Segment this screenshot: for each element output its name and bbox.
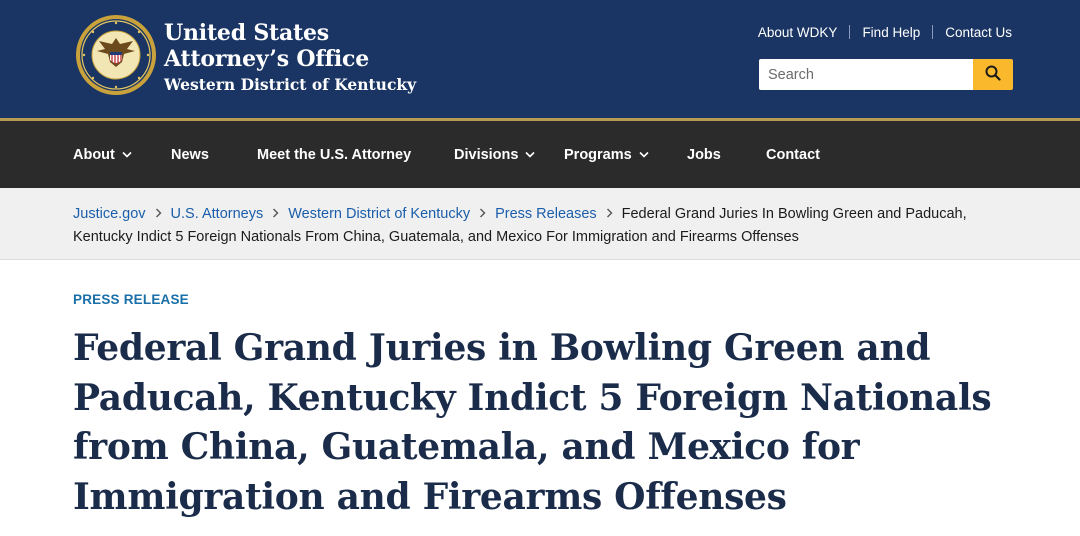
nav-item-label: News (171, 146, 209, 163)
nav-item-meet-the-us-attorney[interactable]: Meet the U.S. Attorney (257, 121, 411, 188)
page-title: Federal Grand Juries in Bowling Green an… (73, 327, 992, 518)
chevron-down-icon (639, 151, 649, 158)
nav-item-label: Contact (766, 146, 820, 163)
chevron-right-icon (155, 203, 162, 226)
nav-item-label: About (73, 146, 115, 163)
breadcrumb: Justice.gov U.S. Attorneys Western Distric… (73, 203, 973, 249)
nav-item-label: Meet the U.S. Attorney (257, 146, 412, 163)
search-button[interactable] (973, 59, 1013, 90)
search-form (759, 59, 1013, 90)
nav-item-label: Jobs (687, 146, 721, 163)
breadcrumb-link-us-attorneys[interactable]: U.S. Attorneys (171, 206, 264, 222)
chevron-right-icon (272, 203, 279, 226)
nav-item-jobs[interactable]: Jobs (687, 121, 721, 188)
about-wdky-link[interactable]: About WDKY (758, 25, 838, 40)
utility-divider (932, 25, 934, 39)
utility-divider (849, 25, 851, 39)
breadcrumb-link-justice-gov[interactable]: Justice.gov (73, 206, 146, 222)
find-help-link[interactable]: Find Help (862, 25, 920, 40)
nav-item-label: Divisions (454, 146, 519, 163)
chevron-down-icon (525, 151, 536, 158)
agency-name-line2: Attorney’s Office (164, 46, 369, 72)
nav-item-about[interactable]: About (73, 121, 132, 188)
breadcrumb-link-press-releases[interactable]: Press Releases (495, 206, 597, 222)
doj-seal-icon[interactable] (75, 14, 157, 96)
main-nav: About News Meet the U.S. Attorney Divisi… (0, 121, 1080, 188)
agency-name-line1: United States (164, 20, 329, 46)
search-input[interactable] (759, 59, 973, 90)
contact-us-link[interactable]: Contact Us (945, 25, 1012, 40)
nav-item-divisions[interactable]: Divisions (454, 121, 536, 188)
nav-item-contact[interactable]: Contact (766, 121, 820, 188)
site-header: United States Attorney’s Office Western … (0, 0, 1080, 118)
content-type-label: PRESS RELEASE (73, 292, 189, 307)
breadcrumb-bar: Justice.gov U.S. Attorneys Western Distric… (0, 188, 1080, 260)
nav-item-label: Programs (564, 146, 632, 163)
utility-links: About WDKY Find Help Contact Us (758, 23, 1012, 41)
search-icon (985, 65, 1001, 84)
nav-item-news[interactable]: News (171, 121, 209, 188)
chevron-right-icon (606, 203, 613, 226)
site-brand[interactable]: United States Attorney’s Office Western … (164, 20, 416, 97)
breadcrumb-link-western-district[interactable]: Western District of Kentucky (288, 206, 470, 222)
district-name: Western District of Kentucky (164, 75, 417, 94)
nav-item-programs[interactable]: Programs (564, 121, 649, 188)
chevron-right-icon (479, 203, 486, 226)
chevron-down-icon (122, 151, 132, 158)
